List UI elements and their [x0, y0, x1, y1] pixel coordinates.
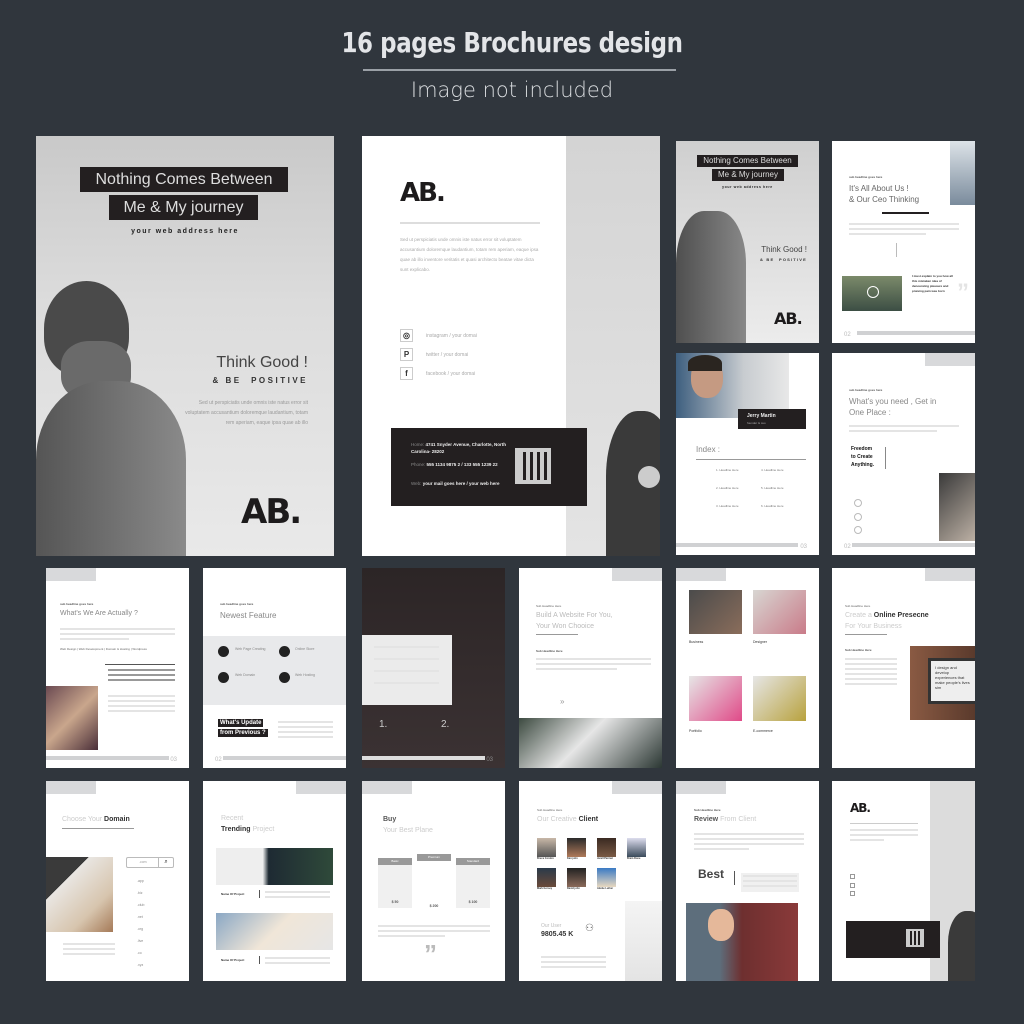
page-subtitle: Image not included [410, 78, 614, 102]
search-icon[interactable]: ⌕ [158, 858, 173, 867]
index-list: 1. Headline Here 4. Headline Here 2. Hea… [716, 468, 784, 508]
social-list: ◎ instagram / your domai P twitter / you… [400, 326, 477, 383]
thumb-newest-feature[interactable]: sub headline goes here Newest Feature We… [203, 568, 346, 768]
thumb-build-website[interactable]: Sub Headline Here Build A Website For Yo… [519, 568, 662, 768]
thumb-online-presence[interactable]: Sub Headline Here Create a Online Presec… [832, 568, 975, 768]
thumb-what-we-are[interactable]: sub headline goes here What's We Are Act… [46, 568, 189, 768]
thumb-review[interactable]: Sub Headline Here Review From Client Bes… [676, 781, 819, 981]
cover-logo: AB. [241, 492, 302, 532]
thumb-services-grid[interactable]: Business Designer Portfolio E-commerce [676, 568, 819, 768]
social-item[interactable]: f facebook / your domai [400, 364, 477, 383]
contact-web: your mail goes here / your web here [422, 481, 500, 486]
plan-premium[interactable]: Premium $ 200 [417, 854, 451, 910]
social-item[interactable]: P twitter / your domai [400, 345, 477, 364]
cover-body-text: Sed ut perspiciatis unde omnis iste natu… [185, 400, 308, 426]
client-card[interactable]: Jarell Parmat [597, 838, 617, 860]
thumb-choose-domain[interactable]: Choose Your Domain .com ⌕ .app .biz .clu… [46, 781, 189, 981]
thumb-about-us[interactable]: sub headline goes here It's All About Us… [832, 141, 975, 343]
brochure-cover-page[interactable]: Nothing Comes Between Me & My journey yo… [36, 136, 334, 556]
cover-think-good: Think Good ! [216, 354, 308, 371]
facebook-icon: f [400, 367, 413, 380]
contact-box: Home: 4741 Snyder Avenue, Charlotte, Nor… [391, 428, 587, 506]
cover-title-line2: Me & My journey [109, 195, 258, 220]
thumb-pricing-plans[interactable]: Buy Your Best Plane Basic $ 50 Premium $… [362, 781, 505, 981]
back-body-text: Sed ut perspiciatis unde omnis iste natu… [400, 237, 539, 272]
quote-icon: ” [424, 939, 437, 969]
page-title: 16 pages Brochures design [341, 26, 683, 59]
cover-be-positive: & BE POSITIVE [212, 376, 308, 385]
client-card[interactable]: Mark Gorsey [537, 868, 557, 890]
thumb-creative-client[interactable]: Sub Headline Here Our Creative Client Br… [519, 781, 662, 981]
thumb-dark-list[interactable]: 1. 2. 03 [362, 568, 505, 768]
profile-name-box: Jerry Martin founder & ceo [738, 409, 806, 429]
thumb-back-cover[interactable]: AB. [832, 781, 975, 981]
cover-title-line1: Nothing Comes Between [80, 167, 288, 192]
thumb-whats-you-need[interactable]: sub headline goes here What's you need ,… [832, 353, 975, 555]
brochure-back-page[interactable]: AB. Sed ut perspiciatis unde omnis iste … [362, 136, 660, 556]
pinterest-icon: P [400, 348, 413, 361]
contact-phone: 555 1134 9875 2 / 133 555 1239 22 [426, 462, 498, 467]
cover-photo-person [36, 281, 186, 556]
thumb-cover[interactable]: Nothing Comes Between Me & My journey yo… [676, 141, 819, 343]
thumb-trending-project[interactable]: Recent Trending Project Name Of Project … [203, 781, 346, 981]
qr-code-icon [515, 448, 551, 484]
instagram-icon: ◎ [400, 329, 413, 342]
client-card[interactable]: Adebe Luther [597, 868, 617, 890]
client-card[interactable]: Bruce Cordon [537, 838, 557, 860]
domain-search-input[interactable]: .com ⌕ [126, 857, 174, 868]
contact-address: 4741 Snyder Avenue, Charlotte, North Car… [411, 442, 506, 454]
plan-standard[interactable]: Standard $ 100 [456, 858, 490, 908]
cover-web-address: your web address here [131, 228, 239, 235]
client-card[interactable]: Kan john [567, 838, 587, 860]
back-divider [400, 222, 540, 224]
client-card[interactable]: David john [567, 868, 587, 890]
client-card[interactable]: Brain Done [627, 838, 647, 860]
social-item[interactable]: ◎ instagram / your domai [400, 326, 477, 345]
back-logo: AB. [400, 178, 446, 208]
thumb-index[interactable]: Jerry Martin founder & ceo Index : 1. He… [676, 353, 819, 555]
plan-basic[interactable]: Basic $ 50 [378, 858, 412, 908]
network-icon: ⚇ [585, 923, 594, 934]
title-divider [363, 69, 676, 71]
client-grid: Bruce Cordon Kan john Jarell Parmat Brai… [537, 838, 647, 890]
user-count: 9805.45 K [541, 931, 574, 938]
tld-list: .app .biz .club .net .org .live .co .xyz [137, 879, 145, 967]
